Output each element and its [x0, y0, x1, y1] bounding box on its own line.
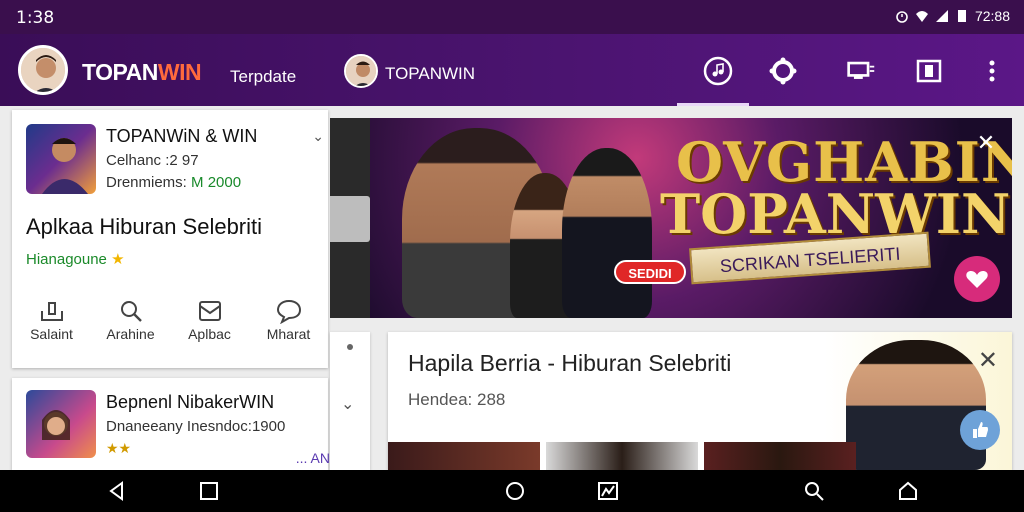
search-nav-icon[interactable]: [803, 480, 825, 502]
star-icon: ★: [111, 251, 125, 268]
tag-label: Hianagoune: [26, 251, 107, 268]
active-tab-indicator: [677, 103, 749, 106]
app-downloads: Drenmiems: M 2000: [106, 174, 241, 191]
action-search[interactable]: Arahine: [96, 296, 166, 356]
chevron-down-icon[interactable]: ⌄: [341, 394, 354, 414]
news-thumbnail[interactable]: [704, 442, 856, 470]
action-share[interactable]: Salaint: [17, 296, 87, 356]
recents-icon[interactable]: [198, 480, 220, 502]
heart-icon[interactable]: [954, 256, 1000, 302]
person-icon: [21, 48, 65, 92]
more-link[interactable]: ... AN: [296, 450, 330, 466]
action-label: Arahine: [106, 326, 155, 342]
action-label: Aplbac: [188, 326, 231, 342]
action-inbox[interactable]: Aplbac: [175, 296, 245, 356]
app-thumbnail: [26, 390, 96, 458]
cast-icon[interactable]: [846, 56, 876, 86]
status-time: 1:38: [16, 8, 55, 28]
more-vert-icon[interactable]: [977, 56, 1007, 86]
app-thumbnail: [26, 124, 96, 194]
app-meta-line: Celhanc :2 97: [106, 152, 199, 169]
brand-prefix: TOPAN: [82, 59, 158, 85]
banner-prev-handle[interactable]: [330, 196, 370, 242]
banner-title-main: TOPANWIN: [660, 182, 1011, 246]
signal-icon: [935, 10, 948, 22]
channel-name[interactable]: TOPANWIN: [385, 64, 475, 84]
news-thumbnails: [388, 442, 856, 470]
news-title: Hapila Berria - Hiburan Selebriti: [408, 350, 732, 376]
app-subtitle: Dnaneeany Inesndoc:1900: [106, 418, 286, 435]
person-icon: [346, 56, 376, 86]
rating-stars: ★★: [106, 440, 132, 456]
music-icon[interactable]: [703, 56, 733, 86]
battery-icon: [957, 10, 966, 22]
banner-badge[interactable]: SEDIDI: [614, 260, 686, 284]
close-icon[interactable]: ✕: [974, 132, 998, 156]
hero-banner[interactable]: OVGHABIN TOPANWIN SCRIKAN TSELIERITI SED…: [330, 118, 1012, 318]
app-title: Bepnenl NibakerWIN: [106, 392, 275, 412]
news-thumbnail[interactable]: [546, 442, 698, 470]
celebrity-image: [846, 340, 986, 470]
app-headline: Aplkaa Hiburan Selebriti: [26, 214, 263, 239]
celebrity-image: [562, 148, 652, 318]
alarm-icon: [896, 11, 908, 23]
brand-suffix: WIN: [157, 59, 202, 85]
downloads-label: Drenmiems:: [106, 174, 187, 191]
status-right-text: 72:88: [974, 8, 1010, 24]
app-title: TOPANWiN & WIN: [106, 126, 258, 146]
home-nav-icon[interactable]: [897, 480, 919, 502]
inbox-icon: [175, 296, 245, 326]
home-circle-icon[interactable]: [504, 480, 526, 502]
app-tag: Hianagoune ★: [26, 250, 125, 268]
dot-icon: [347, 344, 353, 350]
brand-logo: TOPANWIN: [82, 59, 202, 86]
action-chat[interactable]: Mharat: [254, 296, 324, 356]
news-thumbnail[interactable]: [388, 442, 540, 470]
search-icon: [96, 296, 166, 326]
profile-avatar[interactable]: [18, 45, 68, 95]
action-row: Salaint Arahine Aplbac Mharat: [12, 296, 328, 356]
app-bar: TOPANWIN Terpdate TOPANWIN: [0, 34, 1024, 106]
news-card[interactable]: Hapila Berria - Hiburan Selebriti Hendea…: [388, 332, 1012, 470]
status-icons: 72:88: [895, 8, 1010, 24]
downloads-value: M 2000: [191, 174, 242, 191]
close-icon[interactable]: ✕: [978, 346, 998, 375]
featured-app-card[interactable]: TOPANWiN & WIN ⌄ Celhanc :2 97 Drenmiems…: [12, 110, 328, 368]
action-label: Mharat: [266, 326, 311, 342]
collapse-strip[interactable]: ⌄: [330, 332, 370, 470]
channel-avatar[interactable]: [344, 54, 378, 88]
status-bar: 1:38 72:88: [0, 0, 1024, 34]
app-list-item[interactable]: Bepnenl NibakerWIN Dnaneeany Inesndoc:19…: [12, 378, 330, 470]
apps-icon[interactable]: [914, 56, 944, 86]
back-icon[interactable]: [106, 480, 128, 502]
share-icon: [17, 296, 87, 326]
action-label: Salaint: [30, 326, 73, 342]
news-subtitle: Hendea: 288: [408, 390, 506, 409]
system-nav-bar: [0, 470, 1024, 512]
chat-icon: [254, 296, 324, 326]
app-subtitle: Terpdate: [230, 67, 297, 86]
wifi-icon: [915, 11, 928, 22]
gallery-icon[interactable]: [597, 480, 619, 502]
settings-icon[interactable]: [768, 56, 798, 86]
thumb-up-icon[interactable]: [960, 410, 1000, 450]
chevron-down-icon[interactable]: ⌄: [312, 128, 324, 145]
